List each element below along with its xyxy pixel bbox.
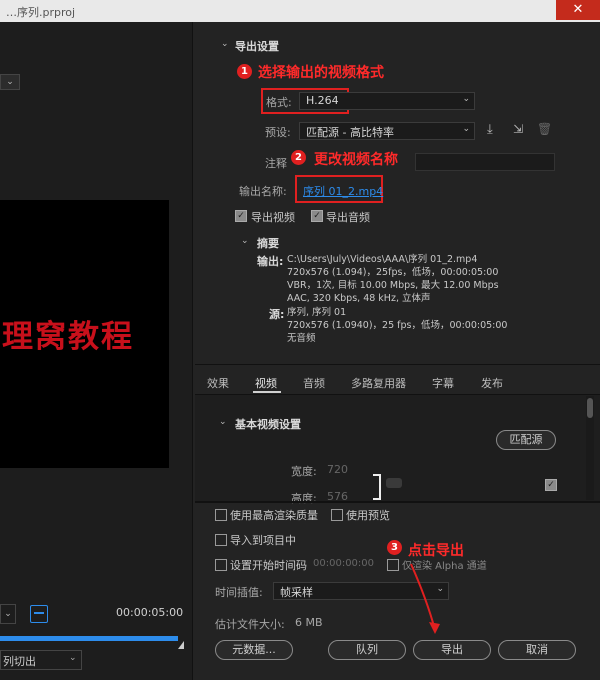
summary-output-line: 720x576 (1.094)，25fps，低场，00:00:05:00 (287, 267, 499, 278)
summary-source-line: 无音频 (287, 333, 316, 344)
render-alpha-checkbox[interactable] (387, 559, 399, 571)
annotation-badge-3: 3 (387, 540, 402, 555)
tab-captions[interactable]: 字幕 (432, 375, 454, 391)
comment-input[interactable] (415, 153, 555, 171)
summary-source-line: 720x576 (1.0940)，25 fps，低场，00:00:05:00 (287, 320, 508, 331)
playback-progress-bar[interactable] (0, 636, 178, 641)
chevron-down-icon[interactable]: ⌄ (221, 39, 229, 49)
chevron-down-icon[interactable]: ⌄ (0, 604, 16, 624)
export-video-checkbox[interactable]: ✓ (235, 210, 247, 222)
tab-effects[interactable]: 效果 (207, 375, 229, 391)
summary-source-details: 序列, 序列 01 720x576 (1.0940)，25 fps，低场，00:… (287, 306, 507, 345)
max-render-quality-checkbox[interactable] (215, 509, 227, 521)
time-interpolation-value: 帧采样 (280, 586, 313, 599)
summary-heading: 摘要 (257, 237, 279, 250)
match-source-button[interactable]: 匹配源 (496, 430, 556, 450)
queue-button[interactable]: 队列 (328, 640, 406, 660)
summary-output-label: 输出: (257, 255, 284, 268)
window-title-bar: …序列.prproj ✕ (0, 0, 600, 22)
scrollbar-thumb[interactable] (587, 398, 593, 418)
aspect-bracket (373, 474, 381, 500)
tab-audio[interactable]: 音频 (303, 375, 325, 391)
source-preview-panel: ⌄ 理窝教程 ⌄ 00:00:05:00 列切出 ⌄ (0, 22, 193, 680)
window-title: …序列.prproj (6, 6, 76, 19)
export-button[interactable]: 导出 (413, 640, 491, 660)
preset-select[interactable]: 匹配源 - 高比特率 ⌄ (299, 122, 475, 140)
chevron-down-icon: ⌄ (69, 653, 77, 663)
metadata-button[interactable]: 元数据... (215, 640, 293, 660)
annotation-text-1: 选择输出的视频格式 (258, 65, 384, 81)
import-preset-icon[interactable]: ⇲ (513, 122, 523, 136)
tab-multiplexer[interactable]: 多路复用器 (351, 375, 406, 391)
chain-link-icon[interactable] (386, 478, 402, 488)
active-tab-indicator (253, 391, 281, 393)
estimated-file-size-value: 6 MB (295, 616, 323, 629)
match-width-checkbox[interactable]: ✓ (545, 479, 557, 491)
time-interpolation-label: 时间插值: (215, 586, 263, 599)
annotation-badge-2: 2 (291, 150, 306, 165)
watermark-text: 理窝教程 (2, 319, 134, 355)
chevron-down-icon[interactable]: ⌄ (241, 236, 249, 246)
chevron-down-icon[interactable]: ⌄ (219, 417, 227, 427)
height-label: 高度: (291, 492, 317, 505)
transition-select-value: 列切出 (3, 655, 36, 668)
save-preset-icon[interactable]: ⤓ (487, 122, 493, 137)
cancel-button[interactable]: 取消 (498, 640, 576, 660)
export-settings-heading: 导出设置 (235, 40, 279, 53)
transition-select[interactable]: 列切出 ⌄ (0, 650, 82, 670)
video-preview: 理窝教程 (0, 200, 169, 468)
tab-video[interactable]: 视频 (255, 375, 277, 391)
export-settings-panel: ⌄ 导出设置 1 选择输出的视频格式 格式: H.264 ⌄ 预设: 匹配源 -… (195, 22, 600, 680)
summary-output-details: C:\Users\July\Videos\AAA\序列 01_2.mp4 720… (287, 253, 499, 305)
annotation-badge-1: 1 (237, 64, 252, 79)
divider (195, 364, 600, 365)
format-label: 格式: (266, 96, 292, 109)
preset-select-value: 匹配源 - 高比特率 (306, 126, 394, 139)
preset-label: 预设: (265, 126, 291, 139)
divider (195, 501, 600, 503)
summary-output-line: C:\Users\July\Videos\AAA\序列 01_2.mp4 (287, 254, 478, 265)
chevron-down-icon: ⌄ (462, 94, 470, 104)
summary-output-line: VBR，1次, 目标 10.00 Mbps, 最大 12.00 Mbps (287, 280, 499, 291)
format-select[interactable]: H.264 ⌄ (299, 92, 475, 110)
close-window-button[interactable]: ✕ (556, 0, 600, 20)
use-previews-label: 使用预览 (346, 509, 390, 522)
chevron-down-icon: ⌄ (462, 124, 470, 134)
format-select-value: H.264 (306, 94, 339, 107)
output-name-label: 输出名称: (239, 185, 287, 198)
summary-output-line: AAC, 320 Kbps, 48 kHz, 立体声 (287, 293, 431, 304)
comment-label: 注释 (265, 157, 287, 170)
annotation-text-2: 更改视频名称 (314, 152, 398, 168)
export-video-label: 导出视频 (251, 211, 295, 224)
summary-source-line: 序列, 序列 01 (287, 307, 347, 318)
tab-publish[interactable]: 发布 (481, 375, 503, 391)
fit-frame-icon[interactable] (30, 605, 48, 623)
estimated-file-size-label: 估计文件大小: (215, 618, 285, 631)
export-audio-label: 导出音频 (326, 211, 370, 224)
chevron-down-icon[interactable]: ⌄ (0, 74, 20, 90)
import-into-project-checkbox[interactable] (215, 534, 227, 546)
timecode-display: 00:00:05:00 (116, 606, 184, 619)
set-start-timecode-checkbox[interactable] (215, 559, 227, 571)
width-value: 720 (327, 463, 348, 476)
width-label: 宽度: (291, 465, 317, 478)
use-previews-checkbox[interactable] (331, 509, 343, 521)
export-audio-checkbox[interactable]: ✓ (311, 210, 323, 222)
import-into-project-label: 导入到项目中 (230, 534, 296, 547)
trash-icon[interactable]: 🗑 (537, 122, 552, 136)
start-timecode-value: 00:00:00:00 (313, 558, 375, 569)
output-name-link[interactable]: 序列 01_2.mp4 (303, 183, 383, 199)
annotation-arrow (410, 563, 440, 634)
summary-source-label: 源: (269, 308, 285, 321)
playhead-marker[interactable] (178, 641, 184, 649)
max-render-quality-label: 使用最高渲染质量 (230, 509, 318, 522)
set-start-timecode-label: 设置开始时间码 (230, 559, 307, 572)
basic-video-settings-heading: 基本视频设置 (235, 418, 301, 431)
